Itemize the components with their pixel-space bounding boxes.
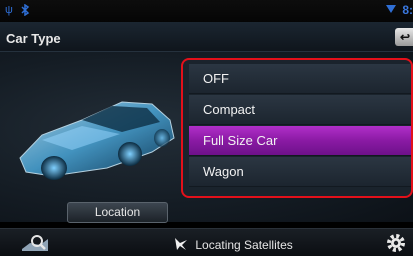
bluetooth-icon	[20, 3, 30, 19]
back-button[interactable]: ↩	[395, 28, 413, 46]
gps-status-label: Locating Satellites	[195, 238, 293, 252]
usb-icon: ψ	[5, 4, 13, 16]
map-search-button[interactable]	[20, 233, 50, 253]
option-off[interactable]: OFF	[189, 64, 411, 94]
gear-icon	[387, 234, 405, 252]
option-compact[interactable]: Compact	[189, 95, 411, 125]
clock: 8:	[402, 3, 413, 17]
location-button[interactable]: Location	[67, 202, 168, 223]
page-title: Car Type	[6, 31, 61, 46]
satellite-icon	[174, 238, 191, 252]
car-illustration	[19, 101, 175, 180]
settings-button[interactable]	[385, 232, 407, 254]
status-bar: ψ 8:	[0, 0, 413, 22]
gps-status: Locating Satellites	[174, 237, 293, 252]
car-type-option-list: OFF Compact Full Size Car Wagon	[181, 58, 413, 198]
option-wagon[interactable]: Wagon	[189, 157, 411, 187]
wifi-signal-icon	[385, 4, 397, 17]
main-panel: OFF Compact Full Size Car Wagon	[0, 52, 413, 222]
map-search-icon	[22, 235, 48, 251]
option-full-size-car[interactable]: Full Size Car	[189, 126, 411, 156]
back-arrow-icon: ↩	[399, 30, 411, 44]
title-bar: Car Type ↩	[0, 22, 413, 52]
bottom-bar: Locating Satellites	[0, 228, 413, 256]
